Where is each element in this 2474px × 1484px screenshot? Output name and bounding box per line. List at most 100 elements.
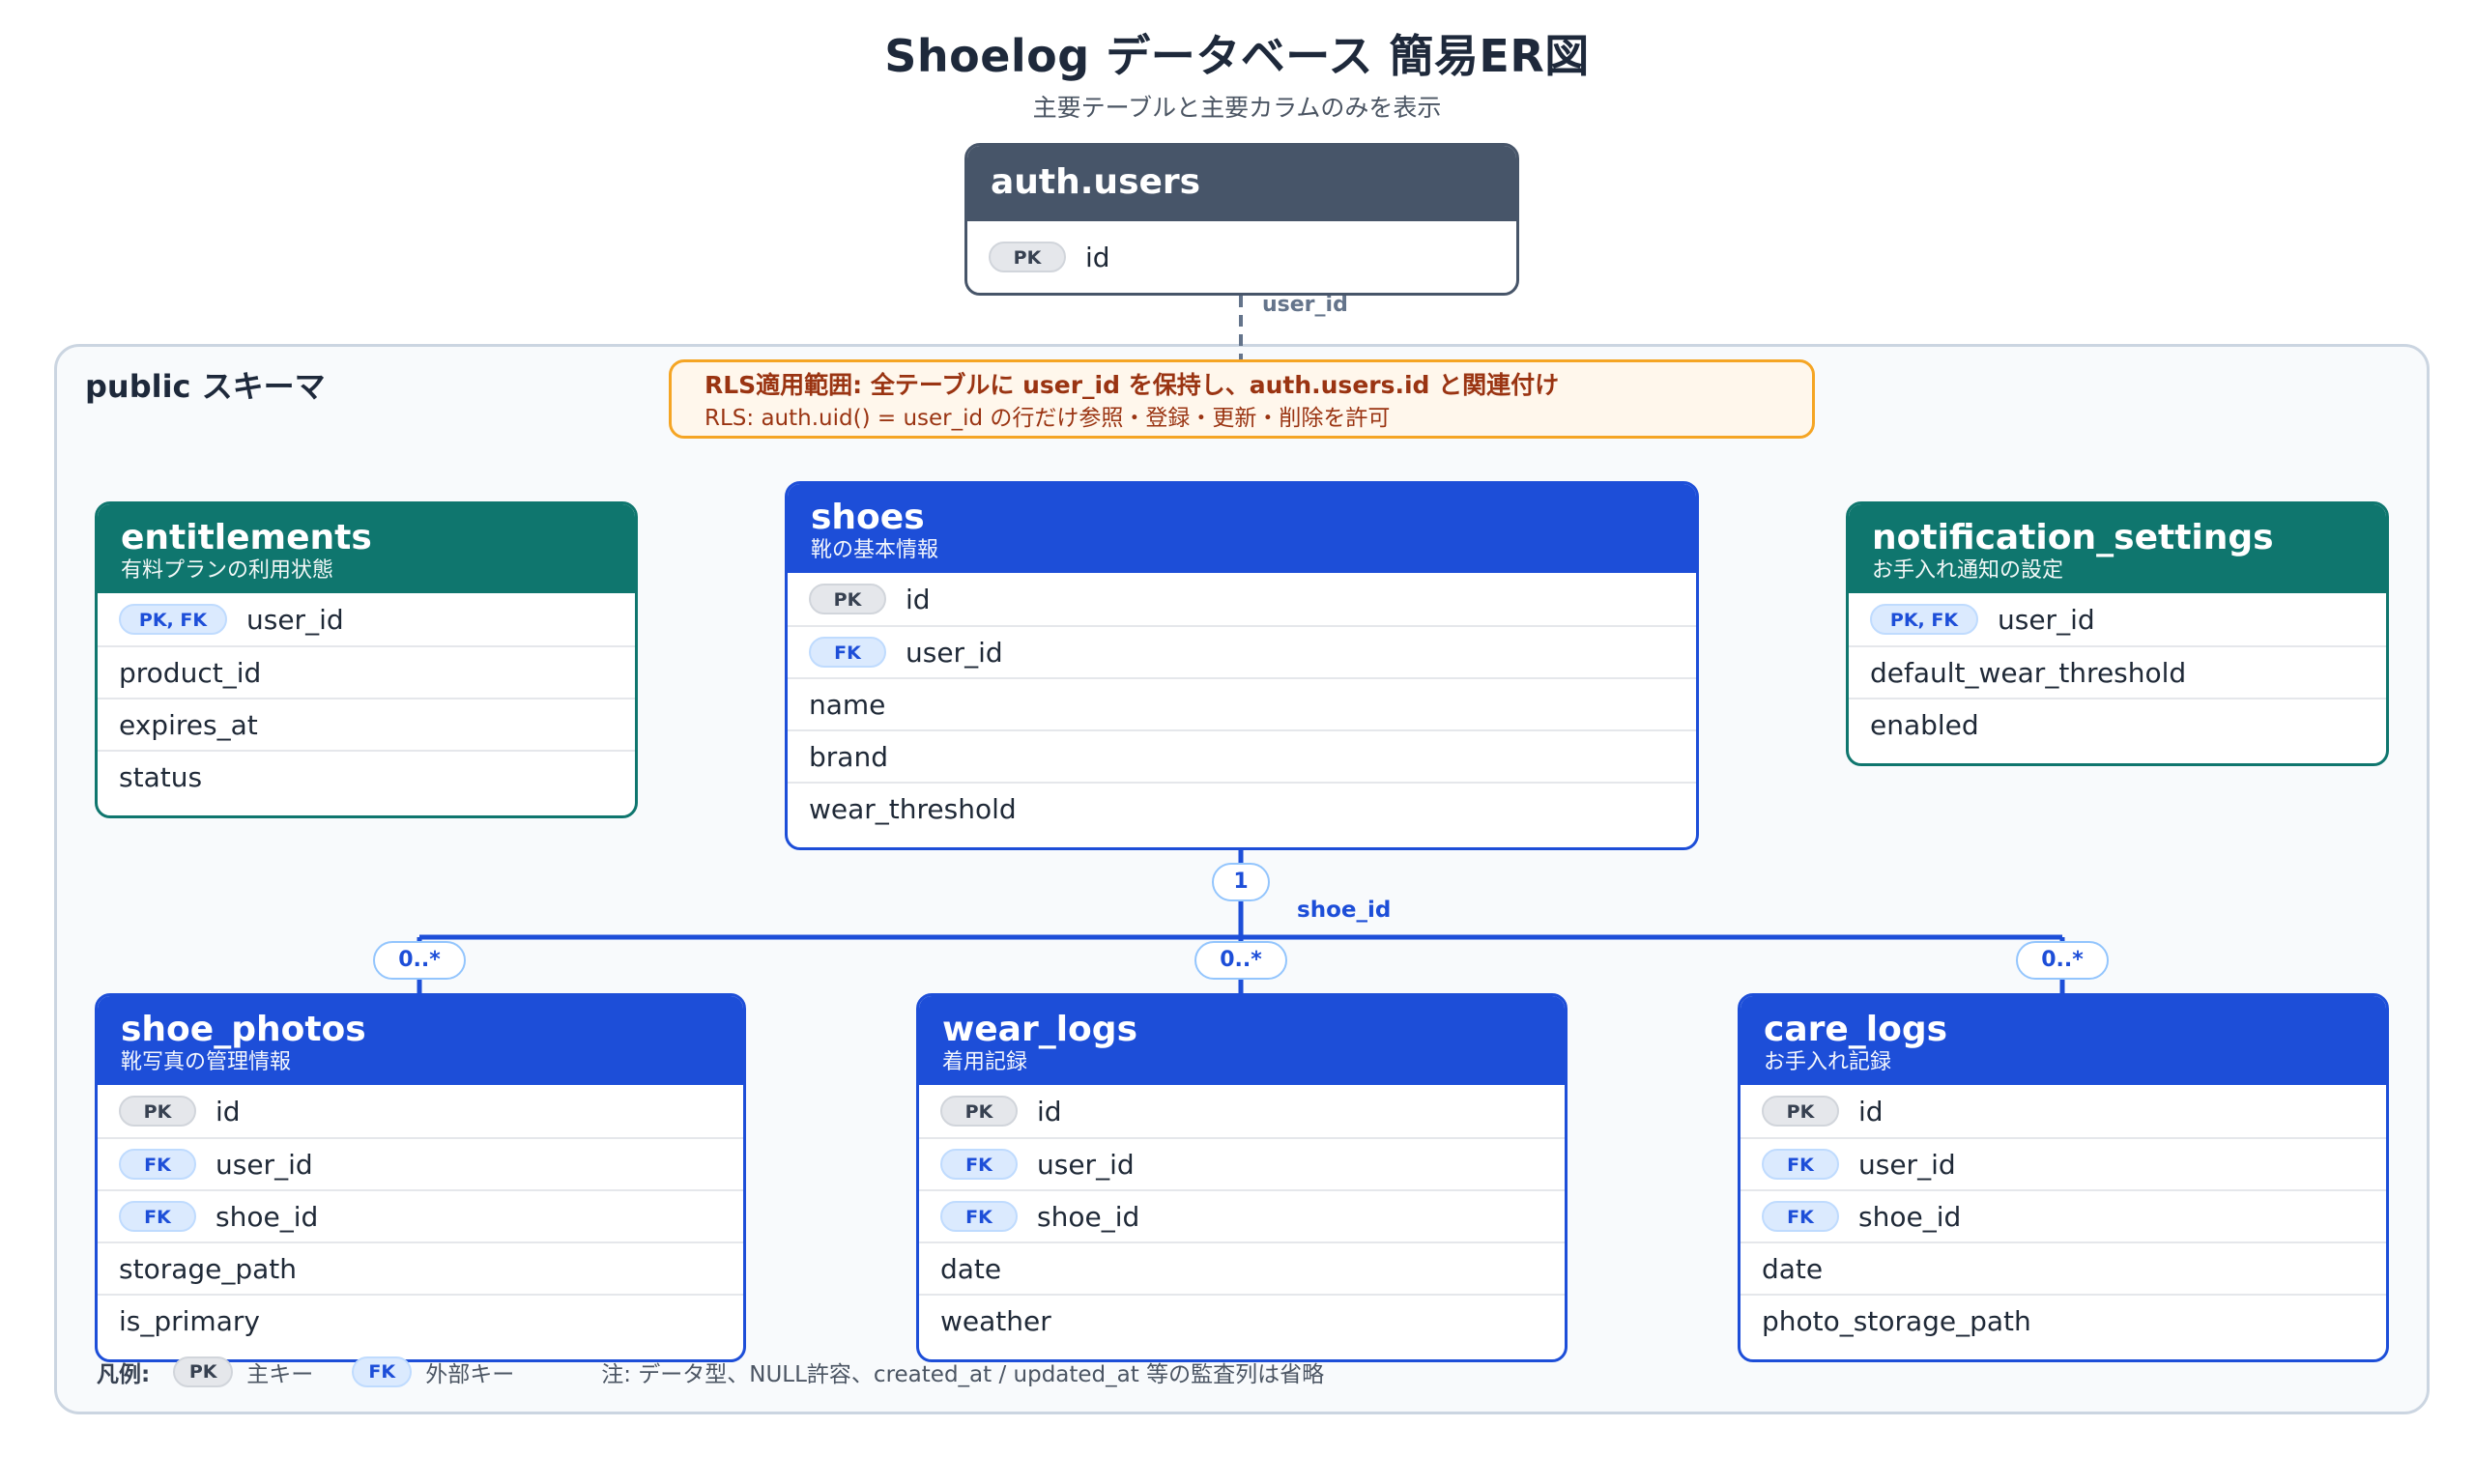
entity-name: notification_settings xyxy=(1872,518,2274,557)
fk-badge: FK xyxy=(119,1149,196,1180)
shoe-id-relation-label: shoe_id xyxy=(1297,898,1392,923)
legend: 凡例: PK 主キー FK 外部キー 注: データ型、NULL許容、create… xyxy=(97,1355,1324,1389)
column-row: status xyxy=(98,750,635,802)
entity-entitlements: entitlements 有料プランの利用状態 PK, FK user_id p… xyxy=(95,501,638,818)
entity-header: shoe_photos 靴写真の管理情報 xyxy=(98,996,743,1085)
column-row: FK shoe_id xyxy=(1740,1189,2386,1241)
column-row: default_wear_threshold xyxy=(1849,645,2386,698)
column-row: brand xyxy=(788,729,1696,782)
column-row: PK id xyxy=(98,1085,743,1137)
fk-badge: FK xyxy=(940,1149,1018,1180)
entity-description: 着用記録 xyxy=(942,1050,1028,1074)
entity-name: wear_logs xyxy=(942,1010,1137,1049)
pk-fk-badge: PK, FK xyxy=(1870,604,1978,635)
entity-name: shoes xyxy=(811,498,925,537)
column-row: PK id xyxy=(967,221,1516,293)
column-name: shoe_id xyxy=(216,1200,319,1233)
entity-columns: PK id FK user_id FK shoe_id storage_path… xyxy=(98,1085,743,1346)
rls-note: RLS適用範囲: 全テーブルに user_id を保持し、auth.users.… xyxy=(669,359,1815,439)
entity-header: entitlements 有料プランの利用状態 xyxy=(98,504,635,593)
column-row: FK user_id xyxy=(1740,1137,2386,1189)
legend-fk-badge: FK xyxy=(352,1356,413,1387)
column-name: weather xyxy=(940,1304,1051,1337)
entity-description: お手入れ通知の設定 xyxy=(1872,558,2064,583)
column-name: is_primary xyxy=(119,1304,260,1337)
legend-note: 注: データ型、NULL許容、created_at / updated_at 等… xyxy=(601,1362,1325,1387)
column-row: FK user_id xyxy=(919,1137,1565,1189)
column-name: product_id xyxy=(119,656,262,689)
column-name: user_id xyxy=(1858,1148,1956,1181)
entity-name: entitlements xyxy=(121,518,372,557)
column-row: PK, FK user_id xyxy=(1849,593,2386,645)
column-row: FK user_id xyxy=(788,625,1696,677)
fk-badge: FK xyxy=(940,1201,1018,1232)
pk-badge: PK xyxy=(119,1096,196,1127)
column-name: enabled xyxy=(1870,708,1979,741)
column-row: PK id xyxy=(1740,1085,2386,1137)
fk-badge: FK xyxy=(119,1201,196,1232)
column-name: id xyxy=(1085,241,1110,273)
entity-description: 靴の基本情報 xyxy=(811,538,939,562)
column-name: id xyxy=(1858,1095,1884,1127)
entity-header: auth.users xyxy=(967,146,1516,221)
column-name: id xyxy=(1037,1095,1062,1127)
column-row: FK shoe_id xyxy=(98,1189,743,1241)
cardinality-one: 1 xyxy=(1212,863,1270,901)
column-name: id xyxy=(906,583,931,615)
legend-pk-text: 主キー xyxy=(246,1362,314,1387)
pk-fk-badge: PK, FK xyxy=(119,604,227,635)
rls-note-line2: RLS: auth.uid() = user_id の行だけ参照・登録・更新・削… xyxy=(705,406,1391,431)
entity-name: care_logs xyxy=(1764,1010,1948,1049)
column-name: shoe_id xyxy=(1858,1200,1962,1233)
legend-fk-text: 外部キー xyxy=(425,1362,515,1387)
column-name: name xyxy=(809,688,886,721)
entity-notification-settings: notification_settings お手入れ通知の設定 PK, FK u… xyxy=(1846,501,2389,766)
column-name: photo_storage_path xyxy=(1762,1304,2031,1337)
column-name: user_id xyxy=(906,636,1003,669)
column-row: name xyxy=(788,677,1696,729)
rls-note-line1: RLS適用範囲: 全テーブルに user_id を保持し、auth.users.… xyxy=(705,371,1560,399)
column-row: FK shoe_id xyxy=(919,1189,1565,1241)
fk-badge: FK xyxy=(1762,1201,1839,1232)
column-name: date xyxy=(1762,1252,1824,1285)
column-row: enabled xyxy=(1849,698,2386,750)
column-name: date xyxy=(940,1252,1002,1285)
column-name: status xyxy=(119,760,203,793)
legend-title: 凡例: xyxy=(97,1362,151,1387)
column-row: FK user_id xyxy=(98,1137,743,1189)
column-name: expires_at xyxy=(119,708,258,741)
entity-wear-logs: wear_logs 着用記録 PK id FK user_id FK shoe_… xyxy=(916,993,1568,1362)
entity-columns: PK, FK user_id default_wear_threshold en… xyxy=(1849,593,2386,750)
entity-header: care_logs お手入れ記録 xyxy=(1740,996,2386,1085)
entity-columns: PK id FK user_id FK shoe_id date weather xyxy=(919,1085,1565,1346)
column-row: photo_storage_path xyxy=(1740,1294,2386,1346)
pk-badge: PK xyxy=(1762,1096,1839,1127)
column-row: PK id xyxy=(919,1085,1565,1137)
column-row: product_id xyxy=(98,645,635,698)
column-row: date xyxy=(1740,1241,2386,1294)
legend-pk-badge: PK xyxy=(173,1356,234,1387)
cardinality-many-shoe-photos: 0..* xyxy=(373,941,466,980)
entity-header: shoes 靴の基本情報 xyxy=(788,484,1696,573)
column-row: wear_threshold xyxy=(788,782,1696,834)
er-diagram: Shoelog データベース 簡易ER図 主要テーブルと主要カラムのみを表示 p… xyxy=(0,0,2474,1484)
entity-header: wear_logs 着用記録 xyxy=(919,996,1565,1085)
fk-badge: FK xyxy=(1762,1149,1839,1180)
column-row: expires_at xyxy=(98,698,635,750)
entity-shoes: shoes 靴の基本情報 PK id FK user_id name brand… xyxy=(785,481,1699,850)
entity-name: auth.users xyxy=(991,162,1201,202)
column-row: weather xyxy=(919,1294,1565,1346)
column-name: user_id xyxy=(1037,1148,1135,1181)
column-name: user_id xyxy=(246,603,344,636)
column-name: id xyxy=(216,1095,241,1127)
fk-badge: FK xyxy=(809,637,886,668)
column-row: is_primary xyxy=(98,1294,743,1346)
column-row: PK id xyxy=(788,573,1696,625)
cardinality-many-wear-logs: 0..* xyxy=(1194,941,1287,980)
column-name: user_id xyxy=(216,1148,313,1181)
column-name: brand xyxy=(809,740,888,773)
pk-badge: PK xyxy=(940,1096,1018,1127)
entity-columns: PK id xyxy=(967,221,1516,293)
entity-care-logs: care_logs お手入れ記録 PK id FK user_id FK sho… xyxy=(1738,993,2389,1362)
entity-description: 靴写真の管理情報 xyxy=(121,1050,292,1074)
